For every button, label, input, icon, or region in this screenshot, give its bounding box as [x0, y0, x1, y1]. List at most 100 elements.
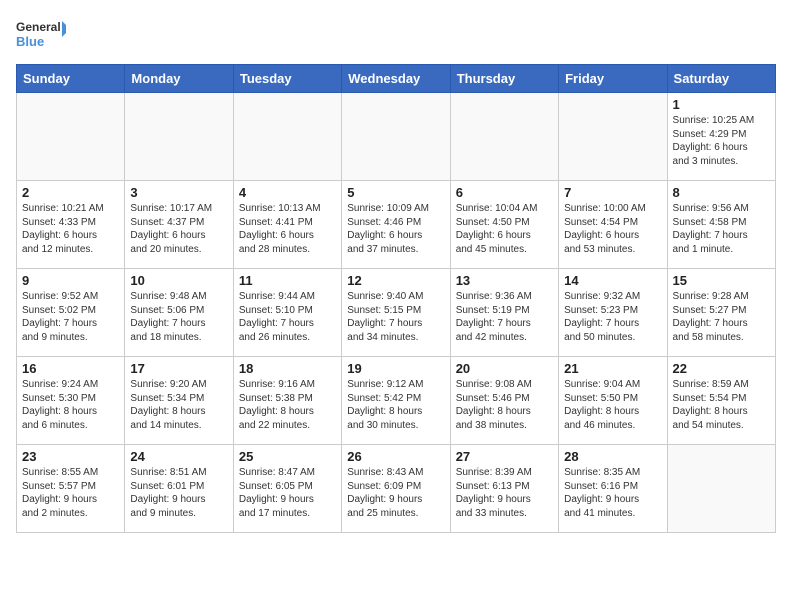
calendar-cell: 11 Sunrise: 9:44 AMSunset: 5:10 PMDayligh…	[233, 269, 341, 357]
day-number: 28	[564, 449, 661, 464]
weekday-header: Sunday	[17, 65, 125, 93]
calendar-cell: 13 Sunrise: 9:36 AMSunset: 5:19 PMDayligh…	[450, 269, 558, 357]
day-number: 9	[22, 273, 119, 288]
calendar-cell: 15 Sunrise: 9:28 AMSunset: 5:27 PMDayligh…	[667, 269, 775, 357]
calendar-cell: 6 Sunrise: 10:04 AMSunset: 4:50 PMDayligh…	[450, 181, 558, 269]
calendar-cell	[342, 93, 450, 181]
day-info: Sunrise: 8:55 AMSunset: 5:57 PMDaylight:…	[22, 466, 119, 520]
day-info: Sunrise: 9:52 AMSunset: 5:02 PMDaylight:…	[22, 290, 119, 344]
day-number: 12	[347, 273, 444, 288]
day-number: 14	[564, 273, 661, 288]
calendar-cell: 16 Sunrise: 9:24 AMSunset: 5:30 PMDayligh…	[17, 357, 125, 445]
calendar-cell: 7 Sunrise: 10:00 AMSunset: 4:54 PMDayligh…	[559, 181, 667, 269]
day-info: Sunrise: 9:32 AMSunset: 5:23 PMDaylight:…	[564, 290, 661, 344]
day-number: 4	[239, 185, 336, 200]
calendar-cell: 18 Sunrise: 9:16 AMSunset: 5:38 PMDayligh…	[233, 357, 341, 445]
day-info: Sunrise: 10:09 AMSunset: 4:46 PMDaylight…	[347, 202, 444, 256]
day-number: 10	[130, 273, 227, 288]
day-info: Sunrise: 8:39 AMSunset: 6:13 PMDaylight:…	[456, 466, 553, 520]
day-number: 26	[347, 449, 444, 464]
day-number: 20	[456, 361, 553, 376]
calendar-cell: 26 Sunrise: 8:43 AMSunset: 6:09 PMDayligh…	[342, 445, 450, 533]
calendar-cell: 14 Sunrise: 9:32 AMSunset: 5:23 PMDayligh…	[559, 269, 667, 357]
day-info: Sunrise: 10:04 AMSunset: 4:50 PMDaylight…	[456, 202, 553, 256]
day-info: Sunrise: 8:47 AMSunset: 6:05 PMDaylight:…	[239, 466, 336, 520]
day-number: 7	[564, 185, 661, 200]
day-number: 6	[456, 185, 553, 200]
calendar-cell: 19 Sunrise: 9:12 AMSunset: 5:42 PMDayligh…	[342, 357, 450, 445]
calendar-cell: 21 Sunrise: 9:04 AMSunset: 5:50 PMDayligh…	[559, 357, 667, 445]
weekday-header: Tuesday	[233, 65, 341, 93]
day-info: Sunrise: 9:44 AMSunset: 5:10 PMDaylight:…	[239, 290, 336, 344]
calendar-cell: 3 Sunrise: 10:17 AMSunset: 4:37 PMDayligh…	[125, 181, 233, 269]
day-info: Sunrise: 9:48 AMSunset: 5:06 PMDaylight:…	[130, 290, 227, 344]
calendar-cell: 2 Sunrise: 10:21 AMSunset: 4:33 PMDayligh…	[17, 181, 125, 269]
calendar-cell	[559, 93, 667, 181]
calendar-cell: 8 Sunrise: 9:56 AMSunset: 4:58 PMDaylight…	[667, 181, 775, 269]
calendar-cell: 5 Sunrise: 10:09 AMSunset: 4:46 PMDayligh…	[342, 181, 450, 269]
day-info: Sunrise: 10:21 AMSunset: 4:33 PMDaylight…	[22, 202, 119, 256]
day-info: Sunrise: 9:40 AMSunset: 5:15 PMDaylight:…	[347, 290, 444, 344]
day-number: 1	[673, 97, 770, 112]
day-number: 21	[564, 361, 661, 376]
day-number: 27	[456, 449, 553, 464]
calendar-cell: 22 Sunrise: 8:59 AMSunset: 5:54 PMDayligh…	[667, 357, 775, 445]
weekday-header: Wednesday	[342, 65, 450, 93]
calendar-cell	[125, 93, 233, 181]
page-header: General Blue	[16, 16, 776, 56]
day-number: 15	[673, 273, 770, 288]
calendar-cell	[17, 93, 125, 181]
day-number: 13	[456, 273, 553, 288]
day-info: Sunrise: 9:16 AMSunset: 5:38 PMDaylight:…	[239, 378, 336, 432]
day-info: Sunrise: 10:25 AMSunset: 4:29 PMDaylight…	[673, 114, 770, 168]
weekday-header: Monday	[125, 65, 233, 93]
day-info: Sunrise: 8:51 AMSunset: 6:01 PMDaylight:…	[130, 466, 227, 520]
day-number: 25	[239, 449, 336, 464]
day-info: Sunrise: 9:56 AMSunset: 4:58 PMDaylight:…	[673, 202, 770, 256]
day-info: Sunrise: 10:17 AMSunset: 4:37 PMDaylight…	[130, 202, 227, 256]
calendar-cell: 12 Sunrise: 9:40 AMSunset: 5:15 PMDayligh…	[342, 269, 450, 357]
day-info: Sunrise: 10:00 AMSunset: 4:54 PMDaylight…	[564, 202, 661, 256]
logo: General Blue	[16, 16, 66, 56]
day-info: Sunrise: 9:04 AMSunset: 5:50 PMDaylight:…	[564, 378, 661, 432]
day-info: Sunrise: 9:12 AMSunset: 5:42 PMDaylight:…	[347, 378, 444, 432]
weekday-header: Saturday	[667, 65, 775, 93]
day-number: 22	[673, 361, 770, 376]
day-info: Sunrise: 9:20 AMSunset: 5:34 PMDaylight:…	[130, 378, 227, 432]
day-number: 18	[239, 361, 336, 376]
day-number: 17	[130, 361, 227, 376]
svg-text:General: General	[16, 20, 61, 34]
weekday-header: Friday	[559, 65, 667, 93]
day-info: Sunrise: 8:43 AMSunset: 6:09 PMDaylight:…	[347, 466, 444, 520]
calendar-cell: 4Sunrise: 10:13 AMSunset: 4:41 PMDayligh…	[233, 181, 341, 269]
day-number: 23	[22, 449, 119, 464]
calendar-cell	[233, 93, 341, 181]
calendar-cell: 24 Sunrise: 8:51 AMSunset: 6:01 PMDayligh…	[125, 445, 233, 533]
day-number: 19	[347, 361, 444, 376]
calendar-cell: 10 Sunrise: 9:48 AMSunset: 5:06 PMDayligh…	[125, 269, 233, 357]
day-info: Sunrise: 9:24 AMSunset: 5:30 PMDaylight:…	[22, 378, 119, 432]
calendar-cell: 17 Sunrise: 9:20 AMSunset: 5:34 PMDayligh…	[125, 357, 233, 445]
weekday-header: Thursday	[450, 65, 558, 93]
day-number: 16	[22, 361, 119, 376]
day-info: Sunrise: 8:35 AMSunset: 6:16 PMDaylight:…	[564, 466, 661, 520]
calendar-table: SundayMondayTuesdayWednesdayThursdayFrid…	[16, 64, 776, 533]
calendar-cell: 9 Sunrise: 9:52 AMSunset: 5:02 PMDaylight…	[17, 269, 125, 357]
day-info: Sunrise: 8:59 AMSunset: 5:54 PMDaylight:…	[673, 378, 770, 432]
day-number: 3	[130, 185, 227, 200]
day-info: Sunrise: 9:28 AMSunset: 5:27 PMDaylight:…	[673, 290, 770, 344]
day-number: 8	[673, 185, 770, 200]
calendar-cell	[450, 93, 558, 181]
day-info: Sunrise: 9:36 AMSunset: 5:19 PMDaylight:…	[456, 290, 553, 344]
calendar-cell: 27 Sunrise: 8:39 AMSunset: 6:13 PMDayligh…	[450, 445, 558, 533]
calendar-cell: 25 Sunrise: 8:47 AMSunset: 6:05 PMDayligh…	[233, 445, 341, 533]
logo-svg: General Blue	[16, 16, 66, 56]
svg-text:Blue: Blue	[16, 34, 44, 49]
calendar-cell: 20 Sunrise: 9:08 AMSunset: 5:46 PMDayligh…	[450, 357, 558, 445]
day-info: Sunrise: 9:08 AMSunset: 5:46 PMDaylight:…	[456, 378, 553, 432]
day-number: 5	[347, 185, 444, 200]
day-number: 2	[22, 185, 119, 200]
day-number: 11	[239, 273, 336, 288]
calendar-cell: 1 Sunrise: 10:25 AMSunset: 4:29 PMDayligh…	[667, 93, 775, 181]
day-number: 24	[130, 449, 227, 464]
